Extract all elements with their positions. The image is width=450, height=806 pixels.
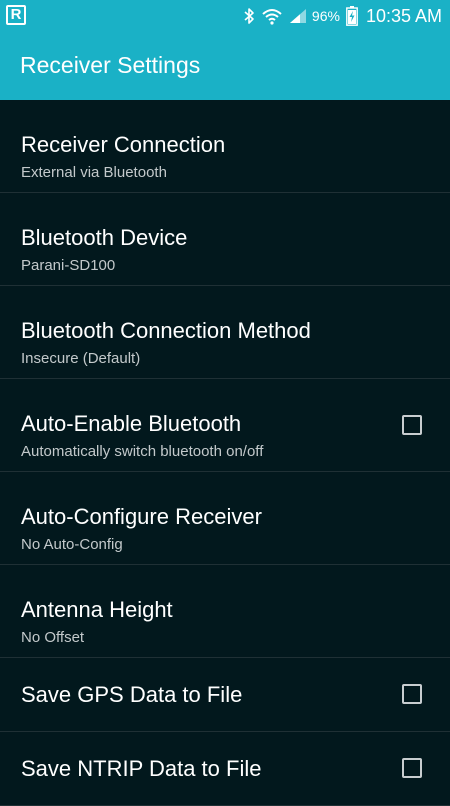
auto-enable-bluetooth-checkbox[interactable] <box>402 415 422 435</box>
setting-title: Save GPS Data to File <box>21 682 243 707</box>
settings-list: Receiver Connection External via Bluetoo… <box>0 100 450 806</box>
setting-summary: Automatically switch bluetooth on/off <box>21 443 264 460</box>
setting-antenna-height[interactable]: Antenna Height No Offset <box>0 565 450 658</box>
setting-title: Receiver Connection <box>21 132 226 157</box>
wifi-icon <box>261 7 283 25</box>
setting-auto-enable-bluetooth[interactable]: Auto-Enable Bluetooth Automatically swit… <box>0 379 450 472</box>
setting-summary: External via Bluetooth <box>21 164 167 181</box>
setting-title: Save NTRIP Data to File <box>21 756 262 781</box>
page-title: Receiver Settings <box>20 52 201 78</box>
setting-save-gps-data[interactable]: Save GPS Data to File <box>0 658 450 732</box>
setting-save-ntrip-data[interactable]: Save NTRIP Data to File <box>0 732 450 806</box>
battery-percent: 96% <box>311 8 340 24</box>
save-ntrip-data-checkbox[interactable] <box>402 758 422 778</box>
status-left: R <box>6 5 26 25</box>
setting-title: Antenna Height <box>21 597 173 622</box>
status-right: 96% 10:35 AM <box>237 0 442 32</box>
setting-title: Auto-Configure Receiver <box>21 504 262 529</box>
status-bar: R 96% 10:35 AM <box>0 0 450 32</box>
setting-auto-configure-receiver[interactable]: Auto-Configure Receiver No Auto-Config <box>0 472 450 565</box>
save-gps-data-checkbox[interactable] <box>402 684 422 704</box>
setting-title: Auto-Enable Bluetooth <box>21 411 242 436</box>
setting-receiver-connection[interactable]: Receiver Connection External via Bluetoo… <box>0 100 450 193</box>
setting-summary: Parani-SD100 <box>21 257 116 274</box>
setting-title: Bluetooth Device <box>21 225 188 250</box>
setting-summary: No Offset <box>21 629 85 646</box>
setting-title: Bluetooth Connection Method <box>21 318 311 343</box>
app-bar: Receiver Settings <box>0 32 450 100</box>
bluetooth-icon <box>243 7 255 25</box>
battery-charging-icon <box>346 6 358 26</box>
signal-icon <box>289 8 307 24</box>
setting-bluetooth-connection-method[interactable]: Bluetooth Connection Method Insecure (De… <box>0 286 450 379</box>
app-notification-icon: R <box>6 5 26 25</box>
setting-bluetooth-device[interactable]: Bluetooth Device Parani-SD100 <box>0 193 450 286</box>
setting-summary: No Auto-Config <box>21 536 123 553</box>
setting-summary: Insecure (Default) <box>21 350 141 367</box>
clock: 10:35 AM <box>365 5 442 26</box>
